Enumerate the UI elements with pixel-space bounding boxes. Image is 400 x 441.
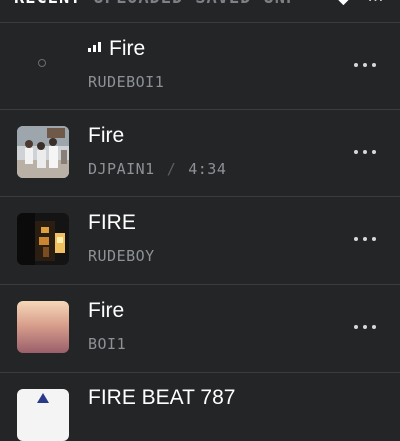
track-row[interactable]: Fire DJPAIN1 / 4:34 — [0, 110, 400, 196]
track-artwork — [17, 126, 69, 178]
track-subtitle: DJPAIN1 / 4:34 — [88, 160, 226, 178]
tab-saved[interactable]: SAVED — [195, 0, 251, 8]
track-row[interactable]: Fire RUDEBOI1 — [0, 23, 400, 109]
track-title: Fire — [88, 299, 125, 322]
track-artist: BOI1 — [88, 335, 127, 353]
track-row[interactable]: Fire BOI1 — [0, 285, 400, 371]
track-artist: RUDEBOI1 — [88, 73, 165, 91]
track-more-button[interactable] — [354, 149, 376, 155]
track-duration: 4:34 — [188, 160, 227, 178]
track-more-button[interactable] — [354, 62, 376, 68]
track-artwork — [17, 301, 69, 353]
track-artwork — [17, 213, 69, 265]
track-row[interactable]: FIRE RUDEBOY — [0, 197, 400, 283]
sort-arrow-icon[interactable]: ◆ — [337, 0, 350, 8]
tab-recent[interactable]: RECENT — [14, 0, 81, 8]
tab-unp[interactable]: UNP — [264, 0, 298, 8]
track-title: FIRE — [88, 211, 136, 234]
track-title: FIRE BEAT 787 — [88, 386, 236, 409]
track-title: Fire — [88, 37, 145, 61]
library-tabs: RECENT UPLOADED SAVED UNP ◆ … — [0, 0, 400, 22]
track-more-button[interactable] — [354, 324, 376, 330]
track-artist: RUDEBOY — [88, 247, 155, 265]
track-title-text: Fire — [109, 37, 146, 60]
track-artwork — [17, 389, 69, 441]
more-icon[interactable]: … — [367, 0, 384, 6]
track-artist: DJPAIN1 — [88, 160, 155, 178]
now-playing-icon — [88, 42, 101, 53]
track-row[interactable]: FIRE BEAT 787 — [0, 373, 400, 441]
track-title: Fire — [88, 124, 125, 147]
track-more-button[interactable] — [354, 236, 376, 242]
tab-uploaded[interactable]: UPLOADED — [93, 0, 183, 8]
separator: / — [166, 160, 177, 178]
empty-artwork-icon — [38, 59, 46, 67]
